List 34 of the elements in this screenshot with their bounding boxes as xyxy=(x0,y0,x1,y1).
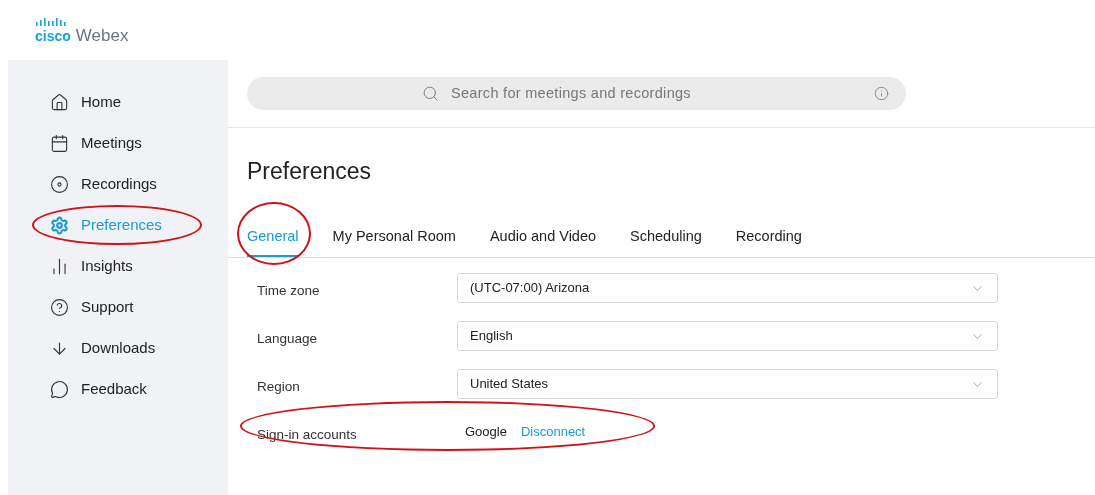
search-input[interactable]: Search for meetings and recordings xyxy=(451,82,711,105)
dropdown[interactable]: United States xyxy=(457,369,998,399)
tab[interactable]: Audio and Video xyxy=(489,222,597,257)
nav-item[interactable]: Meetings xyxy=(81,131,142,155)
gear-icon xyxy=(50,215,69,235)
calendar-icon xyxy=(50,133,69,153)
logo-brand: cisco xyxy=(35,29,71,43)
dropdown[interactable]: English xyxy=(457,321,998,351)
nav-item[interactable]: Support xyxy=(81,295,134,319)
page-title: Preferences xyxy=(247,157,372,186)
logo-product: Webex xyxy=(75,27,129,44)
chat-bubble-icon xyxy=(50,379,69,399)
home-icon xyxy=(50,92,69,112)
account-name: Google xyxy=(465,423,507,442)
dropdown[interactable]: (UTC-07:00) Arizona xyxy=(457,273,998,303)
setting-label: Region xyxy=(257,377,301,396)
help-icon xyxy=(50,297,69,317)
disc-icon xyxy=(50,174,69,194)
tab[interactable]: My Personal Room xyxy=(332,222,456,257)
tab[interactable]: Scheduling xyxy=(630,222,702,257)
setting-label: Language xyxy=(257,329,319,348)
bar-chart-icon xyxy=(50,256,69,276)
logo-bars-icon xyxy=(35,16,67,26)
info-icon xyxy=(874,86,889,101)
nav-item[interactable]: Recordings xyxy=(81,172,157,196)
setting-label: Sign-in accounts xyxy=(257,425,358,444)
search-icon xyxy=(422,85,439,102)
setting-label: Time zone xyxy=(257,281,321,300)
tab[interactable]: Recording xyxy=(735,222,802,257)
nav-item[interactable]: Insights xyxy=(81,254,133,278)
nav-item[interactable]: Home xyxy=(81,90,121,114)
nav-item[interactable]: Feedback xyxy=(81,377,147,401)
nav-item[interactable]: Downloads xyxy=(81,336,156,360)
search-field[interactable]: Search for meetings and recordings xyxy=(247,77,906,110)
